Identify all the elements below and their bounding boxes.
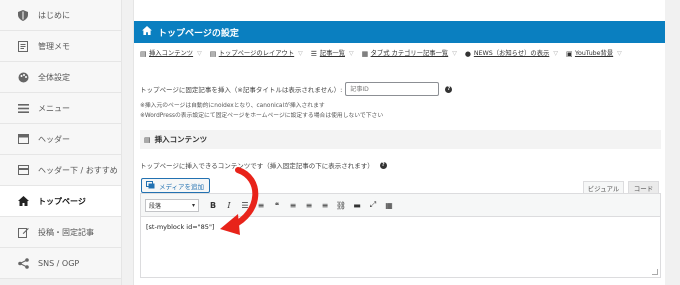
tab-code[interactable]: コード [628,181,659,193]
panel-header: トップページの設定 [134,21,665,43]
more-tag-button[interactable]: ▬ [349,198,365,212]
fullscreen-button[interactable]: ⤢ [365,198,381,212]
italic-button[interactable]: I [221,198,237,212]
format-select[interactable]: 段落 ▾ [145,198,199,212]
chevron-down-icon: ▾ [191,201,195,209]
sidebar: はじめに 管理メモ 全体設定 メニュー ヘッダー ヘッダー下 / おすすめ トッ… [0,0,122,285]
section-insert-content: ▤ 挿入コンテンツ [140,130,661,149]
note-wordpress: ※WordPressの表示設定にて固定ページをホームページに設定する場合は使用し… [140,113,384,119]
sidebar-item-label: 管理メモ [38,41,70,51]
header-icon [17,133,29,145]
sidebar-item-header-below[interactable]: ヘッダー下 / おすすめ [0,155,121,186]
note-noindex: ※挿入元のページは自動的にnoidexとなり、canonicalが挿入されます [140,103,325,109]
chevron-down-icon: ▽ [617,50,622,57]
blockquote-button[interactable]: ❝ [269,198,285,212]
anchor-youtube[interactable]: ▣ YouTube背景 ▽ [566,47,622,61]
settings-panel: トップページの設定 ▤ 挿入コンテンツ ▽ ▤ トップページのレイアウト ▽ ☰ 記事一覧… [133,0,665,285]
sidebar-item-header[interactable]: ヘッダー [0,124,121,155]
home-icon [142,26,152,38]
editor-toolbar: 段落 ▾ B I ☰ ≡ ❝ ≡ ≡ ≡ ⛓ ▬ ⤢ ▦ [141,194,660,217]
chevron-down-icon: ▽ [452,50,457,57]
palette-icon [17,71,29,83]
help-icon[interactable]: ? [379,161,387,169]
chevron-down-icon: ▽ [553,50,558,57]
sidebar-item-memo[interactable]: 管理メモ [0,31,121,62]
bold-button[interactable]: B [205,198,221,212]
grid-icon: ▦ [361,49,369,58]
align-center-button[interactable]: ≡ [301,198,317,212]
sidebar-item-label: SNS / OGP [38,258,80,268]
fixed-page-row: トップページに固定記事を挿入（※記事タイトルは表示されません）: ? [140,82,453,96]
doc-icon: ▤ [144,135,151,144]
list-icon: ☰ [310,49,318,58]
chevron-down-icon: ▽ [298,50,303,57]
share-icon [17,257,29,269]
menu-icon [17,102,29,114]
sidebar-item-menu[interactable]: メニュー [0,93,121,124]
chevron-down-icon: ▽ [348,50,354,57]
chevron-down-icon: ▽ [197,50,202,57]
page-title: トップページの設定 [158,28,239,39]
doc-icon: ▤ [140,49,147,58]
memo-icon [17,40,29,52]
anchor-article-list[interactable]: ☰ 記事一覧 ▽ [311,47,354,61]
add-media-button[interactable]: メディアを追加 [141,178,210,193]
header-below-icon [17,164,29,176]
anchor-layout[interactable]: ▤ トップページのレイアウト ▽ [210,47,303,61]
sidebar-item-label: 投稿・固定記事 [38,227,94,237]
anchor-nav: ▤ 挿入コンテンツ ▽ ▤ トップページのレイアウト ▽ ☰ 記事一覧 ▽ ▦ タブ式 カテゴ… [134,43,665,62]
sidebar-item-label: トップページ [38,196,86,206]
sidebar-item-top-page[interactable]: トップページ [0,186,121,217]
doc-icon: ▤ [209,49,217,58]
video-icon: ▣ [565,49,573,58]
edit-icon [17,226,29,238]
sidebar-item-hajimeni[interactable]: はじめに [0,0,121,31]
tab-visual[interactable]: ビジュアル [583,181,624,193]
sidebar-item-label: ヘッダー下 / おすすめ [38,165,118,175]
content-editor: 段落 ▾ B I ☰ ≡ ❝ ≡ ≡ ≡ ⛓ ▬ ⤢ ▦ [st-myblock… [140,193,661,278]
anchor-tab-category[interactable]: ▦ タブ式 カテゴリー記事一覧 ▽ [362,47,457,61]
editor-content[interactable]: [st-myblock id="85"] [141,217,660,237]
media-icon [146,180,155,191]
help-icon[interactable]: ? [445,85,453,93]
article-id-input[interactable] [345,82,440,96]
sidebar-item-posts[interactable]: 投稿・固定記事 [0,217,121,248]
shield-icon [17,9,29,21]
home-icon [17,195,29,207]
sidebar-item-label: ヘッダー [38,134,70,144]
link-button[interactable]: ⛓ [333,198,349,212]
section-description: トップページに挿入できるコンテンツです（挿入固定記事の下に表示されます） ? [140,160,387,170]
align-right-button[interactable]: ≡ [317,198,333,212]
section-title: 挿入コンテンツ [154,135,208,144]
fixed-page-label: トップページに固定記事を挿入（※記事タイトルは表示されません）: [140,86,343,94]
toolbar-toggle-button[interactable]: ▦ [381,198,397,212]
anchor-insert-content[interactable]: ▤ 挿入コンテンツ ▽ [140,47,202,61]
bullet-list-button[interactable]: ☰ [237,198,253,212]
numbered-list-button[interactable]: ≡ [253,198,269,212]
sidebar-item-sns[interactable]: SNS / OGP [0,248,121,279]
sidebar-item-label: はじめに [38,10,70,20]
info-icon: ● [464,49,471,58]
sidebar-item-label: メニュー [38,103,70,113]
sidebar-item-label: 全体設定 [38,72,70,82]
align-left-button[interactable]: ≡ [285,198,301,212]
anchor-news[interactable]: ● NEWS（お知らせ）の表示 ▽ [465,47,558,61]
resize-handle[interactable] [652,269,658,275]
sidebar-item-general[interactable]: 全体設定 [0,62,121,93]
